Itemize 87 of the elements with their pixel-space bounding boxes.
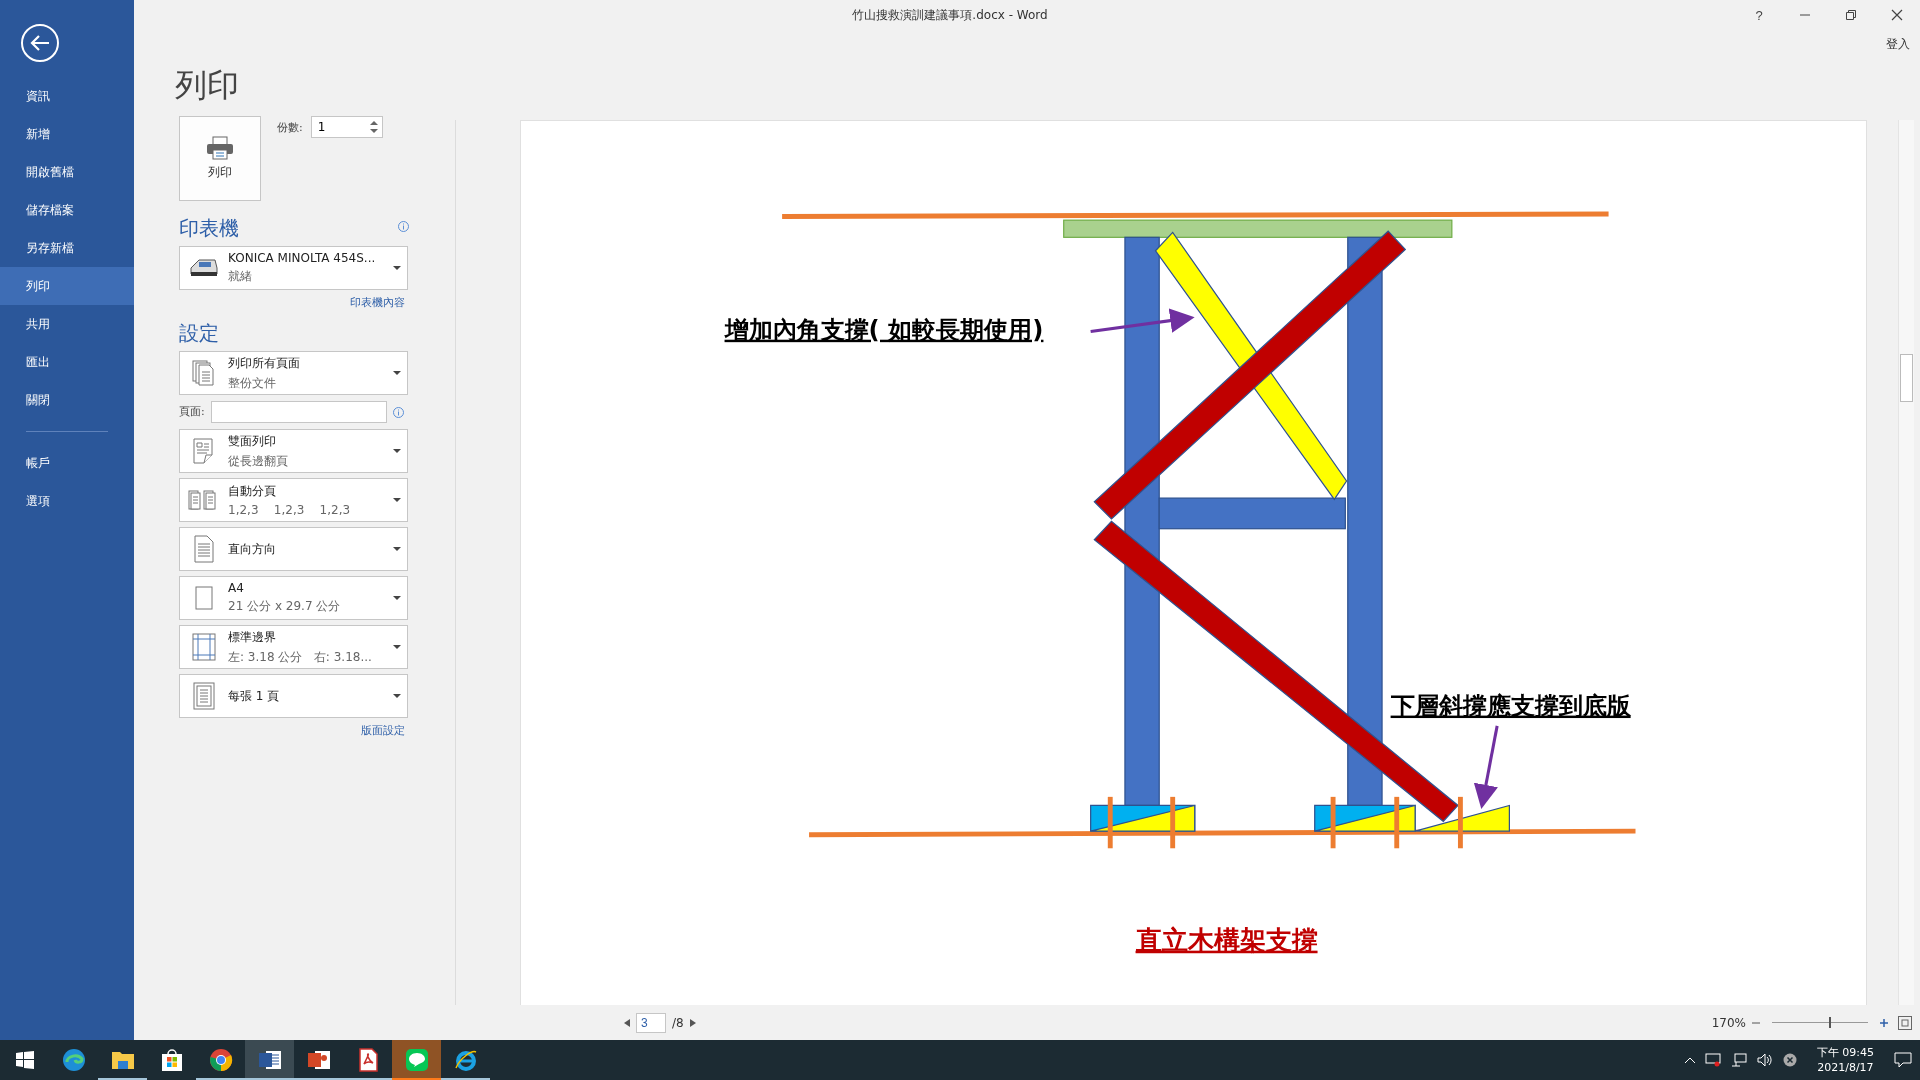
printer-properties-link[interactable]: 印表機內容 (350, 295, 405, 310)
notification-icon[interactable] (1894, 1052, 1912, 1068)
sidebar-item[interactable]: 新增 (0, 115, 134, 153)
window-title: 竹山搜救演訓建議事項.docx - Word (851, 6, 1049, 24)
next-page-icon[interactable] (689, 1018, 696, 1027)
caret-icon (393, 694, 401, 698)
sidebar-item[interactable]: 關閉 (0, 381, 134, 419)
margins-icon (192, 633, 216, 661)
monitor-icon[interactable] (1704, 1053, 1721, 1067)
copies-spinner[interactable]: 1 (310, 116, 383, 138)
taskbar-app[interactable] (245, 1040, 294, 1080)
copies-label: 份數: (277, 120, 303, 136)
page-heading: 列印 (175, 65, 240, 106)
caret-icon (393, 596, 401, 600)
close-circle-icon[interactable] (1782, 1053, 1797, 1067)
restore-icon (1846, 10, 1856, 20)
sidebar-item[interactable]: 共用 (0, 305, 134, 343)
help-button[interactable]: ? (1736, 0, 1782, 30)
minimize-icon (1800, 14, 1810, 16)
document-app-icon (257, 1048, 282, 1072)
pages-label: 頁面: (179, 404, 205, 420)
settings-dropdown[interactable]: 列印所有頁面 整份文件 (179, 351, 408, 395)
pages-icon (192, 360, 216, 386)
caret-icon (393, 449, 401, 453)
settings-dropdown[interactable]: 每張 1 頁 (179, 674, 408, 718)
browser-icon (208, 1048, 233, 1072)
shopping-bag-icon (159, 1048, 184, 1072)
sidebar-item[interactable]: 資訊 (0, 77, 134, 115)
back-arrow-icon (30, 34, 50, 52)
print-button[interactable]: 列印 (179, 116, 261, 201)
sidebar-item[interactable]: 儲存檔案 (0, 191, 134, 229)
folder-icon (110, 1049, 135, 1071)
sidebar-item[interactable]: 選項 (0, 482, 134, 520)
browser-icon (453, 1048, 478, 1072)
caret-icon (393, 371, 401, 375)
diagram-caption: 直立木構架支撐 (1135, 924, 1318, 955)
sidebar-item[interactable]: 開啟舊檔 (0, 153, 134, 191)
info-icon (398, 221, 409, 232)
settings-dropdown[interactable]: 標準邊界 左: 3.18 公分 右: 3.18... (179, 625, 408, 669)
settings-dropdown[interactable]: 直向方向 (179, 527, 408, 571)
section-heading: 設定 (179, 320, 219, 347)
previous-page-icon[interactable] (624, 1018, 630, 1027)
caret-icon (393, 645, 401, 649)
portrait-page-icon (193, 535, 215, 563)
zoom-in-icon[interactable] (1880, 1018, 1888, 1027)
diagram-label: 下層斜撐應支撐到底版 (1390, 690, 1631, 720)
speaker-icon[interactable] (1756, 1053, 1773, 1067)
sidebar-item[interactable]: 列印 (0, 267, 134, 305)
printer-icon (206, 136, 234, 160)
page-total: /8 (672, 1015, 684, 1030)
info-icon (392, 406, 404, 418)
printer-dropdown[interactable]: KONICA MINOLTA 454S... 就緒 (179, 246, 408, 290)
pages-field[interactable] (210, 401, 387, 423)
back-button[interactable] (21, 24, 59, 62)
browser-icon (61, 1048, 86, 1072)
settings-dropdown[interactable]: 自動分頁 1,2,3 1,2,3 1,2,3 (179, 478, 408, 522)
sidebar-item[interactable]: 另存新檔 (0, 229, 134, 267)
clock-date: 2021/8/17 (1817, 1060, 1874, 1075)
settings-dropdown[interactable]: 雙面列印 從長邊翻頁 (179, 429, 408, 473)
sign-in-link[interactable]: 登入 (1886, 36, 1910, 53)
windows-logo-icon (15, 1051, 34, 1069)
printer-icon (189, 258, 219, 278)
settings-dropdown[interactable]: A4 21 公分 x 29.7 公分 (179, 576, 408, 620)
sidebar-item[interactable]: 匯出 (0, 343, 134, 381)
diagram-label: 增加內角支撐( 如較長期使用) (724, 314, 1044, 344)
pdf-document-icon (356, 1048, 379, 1072)
page-setup-link[interactable]: 版面設定 (361, 723, 405, 738)
chat-app-icon (404, 1048, 429, 1072)
duplex-icon (192, 437, 216, 465)
clock-time: 下午 09:45 (1816, 1045, 1874, 1060)
zoom-slider-thumb[interactable] (1828, 1017, 1831, 1028)
fit-page-icon[interactable] (1898, 1015, 1912, 1030)
paper-icon (194, 585, 214, 611)
caret-icon (393, 498, 401, 502)
page-per-sheet-icon (193, 682, 215, 710)
section-heading: 印表機 (179, 215, 239, 242)
chevron-up-icon[interactable] (1684, 1057, 1695, 1063)
caret-icon (393, 266, 401, 270)
presentation-app-icon (306, 1048, 331, 1072)
vertical-scrollbar[interactable] (1898, 120, 1914, 1005)
page-number-field[interactable]: 3 (636, 1012, 666, 1033)
network-icon[interactable] (1730, 1053, 1747, 1067)
close-icon (1891, 9, 1903, 21)
caret-icon (393, 547, 401, 551)
zoom-level: 170% (1711, 1015, 1746, 1030)
taskbar-app[interactable] (392, 1040, 441, 1080)
sidebar-item[interactable]: 帳戶 (0, 444, 134, 482)
